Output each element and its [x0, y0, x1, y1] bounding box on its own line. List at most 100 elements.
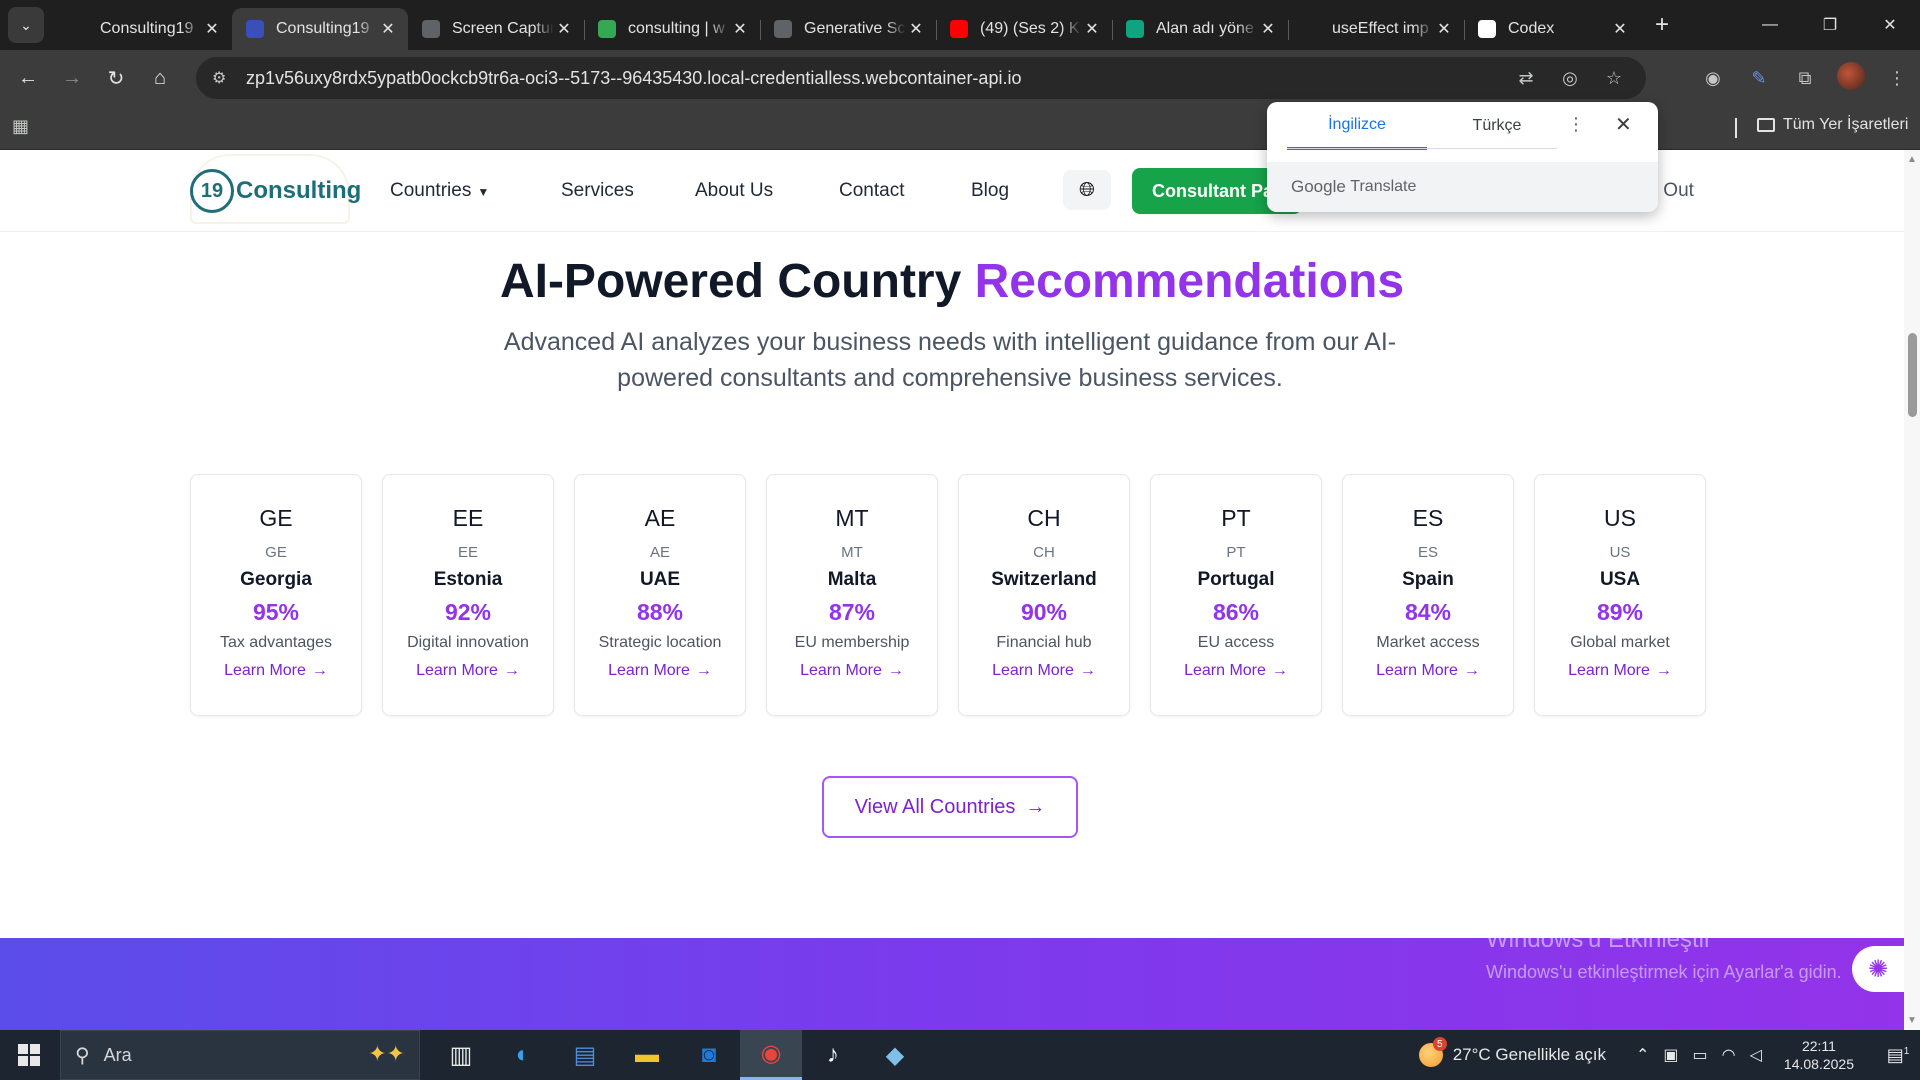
translate-icon[interactable]: ⇄	[1510, 68, 1542, 89]
country-name: UAE	[639, 569, 681, 590]
profile-avatar[interactable]	[1828, 61, 1874, 95]
browser-tab[interactable]: (49) (Ses 2) Kı ✕	[936, 8, 1112, 50]
site-info-icon[interactable]: ⚙	[212, 68, 234, 88]
learn-more-link[interactable]: Learn More →	[224, 662, 328, 680]
country-card[interactable]: MT MT Malta 87% EU membership Learn More →	[766, 474, 938, 716]
camera-icon[interactable]: ◉	[1690, 68, 1736, 89]
learn-more-link[interactable]: Learn More →	[608, 662, 712, 680]
windows-taskbar: ⚲ Ara ✦✦ ▥ ◐ ▤ ▬ ◙ ◉ ♪ ◆ 5 27°C Genellik…	[0, 1030, 1920, 1080]
battery-icon[interactable]: ▭	[1693, 1045, 1708, 1065]
country-card[interactable]: ES ES Spain 84% Market access Learn More →	[1342, 474, 1514, 716]
scroll-down-icon[interactable]: ▼	[1907, 1015, 1917, 1026]
menu-icon[interactable]: ⋮	[1874, 68, 1920, 89]
country-card[interactable]: EE EE Estonia 92% Digital innovation Learn Mo…	[382, 474, 554, 716]
home-button[interactable]: ⌂	[138, 56, 182, 100]
eye-off-icon[interactable]: ◎	[1554, 68, 1586, 89]
scroll-up-icon[interactable]: ▲	[1907, 154, 1917, 165]
restore-button[interactable]: ❐	[1800, 0, 1860, 50]
scrollbar-thumb[interactable]	[1908, 333, 1917, 417]
chevron-up-icon[interactable]: ⌃	[1636, 1045, 1649, 1065]
tab-close-icon[interactable]: ✕	[1434, 19, 1454, 39]
learn-more-link[interactable]: Learn More →	[1184, 662, 1288, 680]
task-view-icon[interactable]: ▥	[430, 1030, 492, 1080]
weather-widget[interactable]: 5 27°C Genellikle açık	[1418, 1037, 1606, 1067]
display-icon[interactable]: ▣	[1663, 1045, 1678, 1065]
country-card[interactable]: GE GE Georgia 95% Tax advantages Learn More →	[190, 474, 362, 716]
tab-title: Generative Sc	[804, 20, 906, 37]
learn-more-link[interactable]: Learn More →	[416, 662, 520, 680]
tab-close-icon[interactable]: ✕	[1258, 19, 1278, 39]
tab-close-icon[interactable]: ✕	[202, 19, 222, 39]
taskbar-search[interactable]: ⚲ Ara ✦✦	[60, 1030, 420, 1080]
pen-extension-icon[interactable]: ✎	[1736, 68, 1782, 89]
desktop-app-icon[interactable]: ▤	[554, 1030, 616, 1080]
wifi-icon[interactable]: ◠	[1722, 1045, 1736, 1065]
taskbar-apps: ▥ ◐ ▤ ▬ ◙ ◉ ♪ ◆	[430, 1030, 926, 1080]
tab-close-icon[interactable]: ✕	[378, 19, 398, 39]
reload-button[interactable]: ↻	[94, 56, 138, 100]
country-card[interactable]: US US USA 89% Global market Learn More →	[1534, 474, 1706, 716]
nav-services[interactable]: Services	[561, 180, 634, 202]
nav-contact[interactable]: Contact	[839, 180, 904, 202]
close-window-button[interactable]: ✕	[1860, 0, 1920, 50]
translate-close-icon[interactable]: ✕	[1615, 112, 1632, 137]
browser-tab[interactable]: Generative Sc ✕	[760, 8, 936, 50]
all-bookmarks[interactable]: Tüm Yer İşaretleri	[1757, 116, 1908, 134]
notifications-icon[interactable]: ▤1	[1876, 1045, 1920, 1066]
openai-icon	[1478, 20, 1496, 38]
tab-close-icon[interactable]: ✕	[730, 19, 750, 39]
nav-about[interactable]: About Us	[695, 180, 773, 202]
tab-close-icon[interactable]: ✕	[1082, 19, 1102, 39]
new-tab-button[interactable]: +	[1644, 7, 1680, 43]
learn-more-link[interactable]: Learn More →	[992, 662, 1096, 680]
country-flag-code: ES	[1412, 505, 1444, 531]
nav-blog[interactable]: Blog	[971, 180, 1009, 202]
browser-tab[interactable]: consulting | w ✕	[584, 8, 760, 50]
arrow-right-icon: →	[1079, 662, 1096, 679]
browser-tab[interactable]: Consulting19 ✕	[56, 8, 232, 50]
chrome-icon[interactable]: ◉	[740, 1030, 802, 1080]
clock[interactable]: 22:11 14.08.2025	[1784, 1037, 1854, 1073]
translate-tab-source[interactable]: İngilizce	[1287, 102, 1427, 150]
country-card[interactable]: CH CH Switzerland 90% Financial hub Learn Mor…	[958, 474, 1130, 716]
extensions-icon[interactable]: ⧉	[1782, 68, 1828, 89]
edge-icon[interactable]: ◐	[492, 1030, 554, 1080]
tab-search-button[interactable]: ⌄	[8, 7, 44, 43]
volume-icon[interactable]: ◁	[1750, 1045, 1762, 1065]
start-button[interactable]	[0, 1030, 58, 1080]
address-bar[interactable]: ⚙ zp1v56uxy8rdx5ypatb0ockcb9tr6a-oci3--5…	[196, 57, 1646, 99]
outlook-icon[interactable]: ◙	[678, 1030, 740, 1080]
apps-grid-icon[interactable]: ▦	[12, 116, 29, 137]
browser-tab[interactable]: Screen Capture ✕	[408, 8, 584, 50]
back-button[interactable]: ←	[6, 56, 50, 100]
ai-assistant-button[interactable]: ✺	[1852, 946, 1904, 992]
page-scrollbar[interactable]: ▲ ▼	[1904, 150, 1920, 1030]
forward-button[interactable]: →	[50, 56, 94, 100]
country-flag-code: US	[1604, 505, 1636, 531]
star-icon[interactable]: ☆	[1598, 68, 1630, 89]
browser-tab[interactable]: Consulting19 ✕	[232, 8, 408, 50]
country-reason: Strategic location	[598, 634, 722, 651]
browser-tab[interactable]: useEffect imp ✕	[1288, 8, 1464, 50]
country-card[interactable]: AE AE UAE 88% Strategic location Learn More →	[574, 474, 746, 716]
learn-more-link[interactable]: Learn More →	[1568, 662, 1672, 680]
tab-close-icon[interactable]: ✕	[554, 19, 574, 39]
learn-more-link[interactable]: Learn More →	[1376, 662, 1480, 680]
browser-tab[interactable]: Codex ✕	[1464, 8, 1640, 50]
notepad-app-icon[interactable]: ◆	[864, 1030, 926, 1080]
view-all-countries-button[interactable]: View All Countries →	[822, 776, 1078, 838]
browser-tab[interactable]: Alan adı yöne ✕	[1112, 8, 1288, 50]
tab-close-icon[interactable]: ✕	[906, 19, 926, 39]
language-globe-button[interactable]: 🌐︎	[1063, 170, 1111, 210]
translate-tab-target[interactable]: Türkçe	[1427, 102, 1567, 150]
site-logo[interactable]: 19 Consulting	[190, 169, 361, 213]
translate-options-icon[interactable]: ⋮	[1567, 114, 1585, 135]
file-explorer-icon[interactable]: ▬	[616, 1030, 678, 1080]
tab-close-icon[interactable]: ✕	[1610, 19, 1630, 39]
tiktok-icon[interactable]: ♪	[802, 1030, 864, 1080]
nav-countries[interactable]: Countries ▼	[390, 180, 489, 202]
learn-more-link[interactable]: Learn More →	[800, 662, 904, 680]
country-name: Georgia	[240, 569, 312, 590]
country-card[interactable]: PT PT Portugal 86% EU access Learn More →	[1150, 474, 1322, 716]
minimize-button[interactable]: —	[1740, 0, 1800, 50]
